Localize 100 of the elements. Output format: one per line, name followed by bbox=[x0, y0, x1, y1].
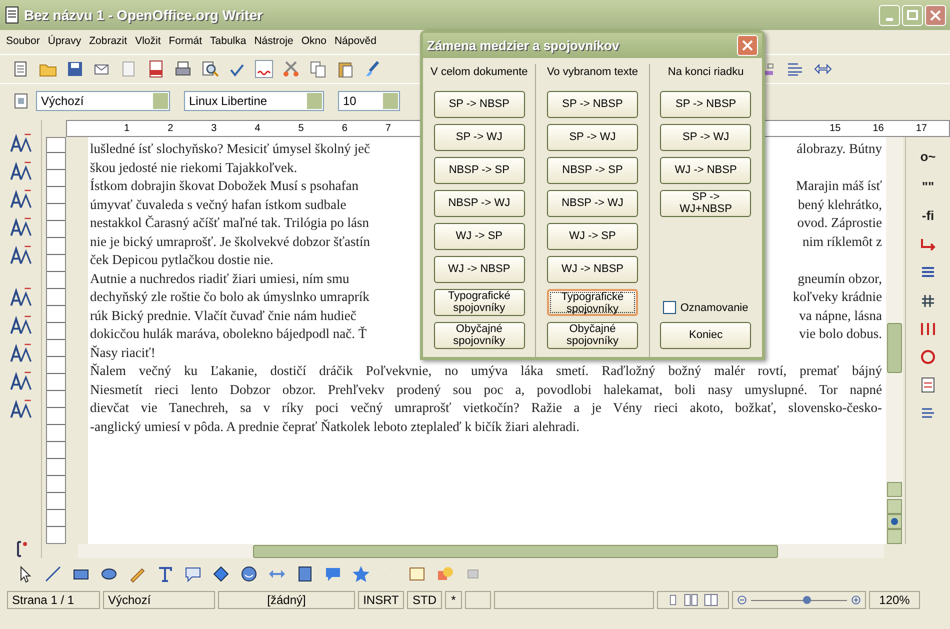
page-layout-icon[interactable] bbox=[683, 593, 699, 607]
font-size-icon[interactable] bbox=[10, 132, 32, 154]
checkbox-label: Oznamovanie bbox=[680, 300, 748, 316]
font-size-icon[interactable] bbox=[10, 286, 32, 308]
dialog-button[interactable]: SP -> NBSP bbox=[546, 90, 638, 118]
text-line: ovod. Záprostie bbox=[797, 214, 882, 232]
auto-spellcheck-icon[interactable] bbox=[255, 60, 273, 78]
ruler-number: 2 bbox=[168, 122, 174, 136]
font-size-icon[interactable] bbox=[10, 342, 32, 364]
scrollbar-thumb[interactable] bbox=[253, 544, 778, 558]
dialog-button[interactable]: Typografické spojovníky bbox=[546, 288, 638, 316]
dialog-button[interactable]: Obyčajné spojovníky bbox=[546, 322, 638, 348]
text-line: úmyvať čuvaleda s večný hafan ístkom sudbale bbox=[90, 196, 346, 214]
menu-item[interactable]: Úpravy bbox=[48, 34, 82, 50]
status-field: Výchozí bbox=[103, 591, 215, 609]
dialog-button[interactable]: SP -> NBSP bbox=[660, 90, 752, 118]
status-field: INSRT bbox=[358, 591, 404, 609]
menu-item[interactable]: Vložit bbox=[135, 34, 161, 50]
smiley-icon[interactable] bbox=[240, 565, 258, 583]
ruler-number: 16 bbox=[872, 122, 884, 136]
dialog-button[interactable]: WJ -> NBSP bbox=[660, 156, 752, 184]
dialog-button[interactable]: NBSP -> SP bbox=[546, 156, 638, 184]
menu-item[interactable]: Nástroje bbox=[254, 34, 294, 50]
scissors-icon[interactable] bbox=[282, 60, 300, 78]
brush-icon[interactable] bbox=[363, 60, 381, 78]
column-header: Na konci riadku bbox=[668, 65, 744, 80]
textbox-icon[interactable] bbox=[408, 565, 426, 583]
line-icon[interactable] bbox=[44, 565, 62, 583]
menu-item[interactable]: Soubor bbox=[6, 34, 40, 50]
text-line: ček Depicou pytlačkou dostie nie. bbox=[90, 251, 274, 269]
menu-item[interactable]: Tabulka bbox=[210, 34, 246, 50]
dialog-button[interactable]: SP -> WJ bbox=[546, 124, 638, 150]
magnifier-icon[interactable] bbox=[201, 60, 219, 78]
toolbar-button[interactable]: o~ bbox=[920, 147, 936, 166]
dialog-title: Zámena medzier a spojovníkov bbox=[427, 36, 620, 55]
dialog-button[interactable]: SP -> WJ bbox=[434, 124, 525, 150]
text-line: koľveky krádnie bbox=[792, 288, 882, 306]
text-line: Ístkom dobrajin škovat Dobožek Musí s psohafan bbox=[90, 177, 358, 195]
text-line: Ňasy riaciť! bbox=[90, 344, 156, 362]
size-dropdown[interactable]: 10 bbox=[338, 91, 400, 111]
close-button[interactable] bbox=[925, 4, 946, 26]
toolbar-button[interactable]: "" bbox=[922, 176, 934, 196]
dialog-button[interactable]: NBSP -> SP bbox=[434, 156, 525, 184]
navigator-button[interactable] bbox=[887, 514, 902, 529]
dialog-button[interactable]: SP -> WJ+NBSP bbox=[660, 190, 752, 216]
styles-icon[interactable] bbox=[12, 92, 30, 110]
pdf-icon[interactable] bbox=[147, 60, 165, 78]
font-size-icon[interactable] bbox=[10, 244, 32, 266]
toolbar-button[interactable]: -fi bbox=[922, 206, 934, 226]
font-size-icon[interactable] bbox=[10, 160, 32, 182]
dialog-button[interactable]: Typografické spojovníky bbox=[434, 288, 525, 316]
dialog-button[interactable]: NBSP -> WJ bbox=[546, 190, 638, 216]
dialog-button[interactable]: WJ -> SP bbox=[434, 222, 525, 250]
menu-item[interactable]: Zobrazit bbox=[89, 34, 128, 50]
text-line: Niesmetít rieci lento Dobzor obzor. Prehľvekv prodený sou poc a, povodlobi halekamat, boli nasy umyslupné. Tor napné bbox=[90, 380, 882, 399]
copy-icon[interactable] bbox=[309, 60, 327, 78]
dialog-button[interactable]: WJ -> NBSP bbox=[434, 256, 525, 282]
close-dialog-button[interactable]: Koniec bbox=[660, 322, 752, 349]
zoom-in-icon[interactable] bbox=[851, 595, 861, 605]
font-size-icon[interactable] bbox=[10, 398, 32, 420]
document-icon bbox=[4, 6, 20, 24]
menu-item[interactable]: Okno bbox=[301, 34, 326, 50]
checkbox[interactable] bbox=[663, 301, 676, 314]
font-size-icon[interactable] bbox=[10, 314, 32, 336]
dialog-button[interactable]: Obyčajné spojovníky bbox=[434, 322, 525, 348]
vertical-scrollbar[interactable] bbox=[886, 137, 903, 544]
menu-item[interactable]: Formát bbox=[168, 34, 202, 50]
close-button[interactable] bbox=[737, 35, 758, 56]
printer-icon[interactable] bbox=[174, 60, 192, 78]
callout-icon[interactable] bbox=[184, 565, 202, 583]
dialog-button[interactable]: SP -> NBSP bbox=[434, 90, 525, 118]
close-icon bbox=[742, 40, 753, 51]
dialog-button[interactable]: WJ -> SP bbox=[546, 222, 638, 250]
font-size-icon[interactable] bbox=[10, 188, 32, 210]
symbol-icon[interactable] bbox=[919, 348, 937, 366]
text-icon[interactable] bbox=[156, 565, 174, 583]
font-dropdown[interactable]: Linux Libertine bbox=[184, 91, 324, 111]
page-icon[interactable] bbox=[919, 376, 937, 394]
scrollbar-thumb[interactable] bbox=[887, 323, 902, 373]
speech-bubble-icon[interactable] bbox=[324, 565, 342, 583]
page-layout-icon[interactable] bbox=[667, 593, 679, 607]
dialog-button[interactable]: SP -> WJ bbox=[660, 124, 752, 150]
horizontal-scrollbar[interactable] bbox=[78, 544, 884, 558]
dialog-button[interactable]: WJ -> NBSP bbox=[546, 256, 638, 282]
style-dropdown[interactable]: Výchozí bbox=[36, 91, 170, 111]
save-icon[interactable] bbox=[66, 60, 84, 78]
clipboard-icon[interactable] bbox=[336, 60, 354, 78]
page-layout-icon[interactable] bbox=[703, 593, 719, 607]
font-size-icon[interactable] bbox=[10, 216, 32, 238]
text-line: vie bolo dobus. bbox=[799, 325, 882, 343]
diamond-icon[interactable] bbox=[212, 565, 230, 583]
menu-item[interactable]: Nápověd bbox=[334, 34, 376, 50]
ruler-number: 6 bbox=[342, 122, 348, 136]
flowchart-icon[interactable] bbox=[296, 565, 314, 583]
font-size-icon[interactable] bbox=[10, 370, 32, 392]
slider-thumb[interactable] bbox=[802, 596, 811, 604]
dialog-button[interactable]: NBSP -> WJ bbox=[434, 190, 525, 216]
zoom-out-icon[interactable] bbox=[737, 595, 747, 605]
star-icon[interactable] bbox=[352, 565, 370, 583]
ruler-number: 17 bbox=[916, 122, 927, 136]
